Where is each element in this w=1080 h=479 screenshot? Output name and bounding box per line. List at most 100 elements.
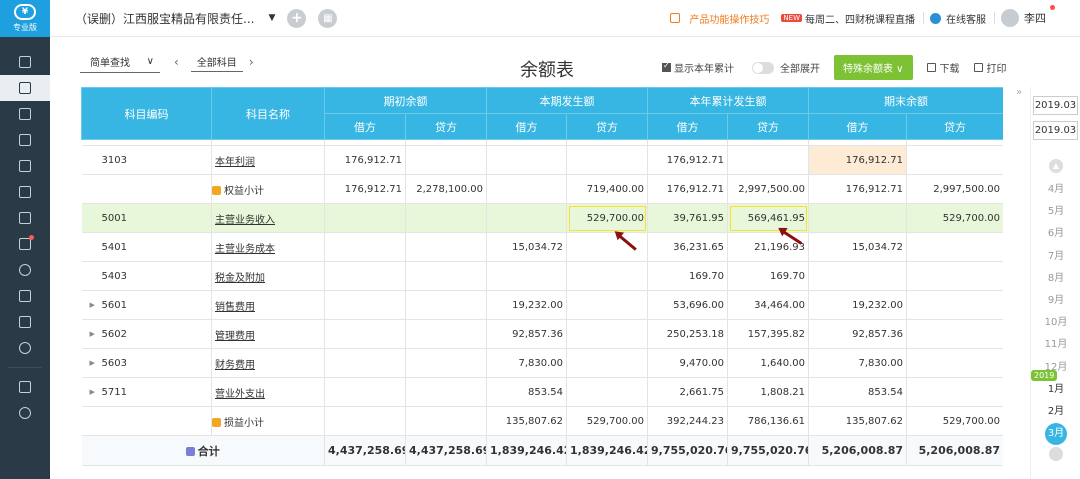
service-label: 在线客服 (946, 14, 986, 26)
sidebar-item-tax[interactable] (0, 231, 50, 257)
header-credit: 贷方 (566, 113, 648, 140)
print-button[interactable]: 打印 (973, 60, 1007, 75)
sidebar-item-speed[interactable] (0, 400, 50, 426)
avatar[interactable] (1001, 9, 1019, 27)
tips-label: 产品功能操作技巧 (689, 14, 770, 26)
amount-cell: 7,830.00 (486, 348, 567, 378)
collapse-panel-button[interactable]: » (1016, 87, 1028, 107)
year-badge: 2019 (1031, 369, 1058, 381)
subtotal-label: 权益小计 (211, 174, 325, 204)
sidebar-item-assets[interactable] (0, 205, 50, 231)
amount-cell (324, 319, 406, 349)
month-item[interactable]: 6月 (1031, 223, 1080, 245)
month-item[interactable]: 3月 (1031, 423, 1080, 446)
amount-cell: 39,761.95 (647, 203, 728, 233)
sidebar-item-check[interactable] (0, 309, 50, 335)
special-balance-button[interactable]: 特殊余额表 ∨ (834, 55, 913, 80)
month-item[interactable]: 2月 (1031, 401, 1080, 423)
end-period-input[interactable]: 2019.03 (1033, 121, 1078, 140)
show-year-checkbox[interactable] (662, 61, 671, 72)
account-code: ▶ 5711 (81, 377, 212, 407)
month-item[interactable]: 10月 (1031, 312, 1080, 334)
expand-triangle-icon[interactable]: ▶ (90, 301, 95, 309)
header-period: 本期发生额 (486, 87, 648, 114)
next-subject-button[interactable]: › (249, 55, 254, 69)
chevron-down-icon[interactable] (1049, 447, 1063, 462)
sidebar-item-reports[interactable] (0, 101, 50, 127)
company-selector[interactable]: （误删）江西服宝精品有限责任... ▼ (75, 10, 275, 27)
month-item[interactable]: 5月 (1031, 201, 1080, 223)
month-items: 4月 5月 6月 7月 8月 9月 10月 11月 12月 1月 2019 2月 3月 (1031, 179, 1080, 446)
account-name-link[interactable]: 主营业务成本 (215, 244, 275, 255)
amount-cell: 2,997,500.00 (906, 174, 1003, 204)
expand-triangle-icon[interactable]: ▶ (90, 330, 95, 338)
account-name-link[interactable]: 管理费用 (215, 331, 255, 342)
grid-icon[interactable]: ▦ (318, 8, 338, 28)
account-name: 营业外支出 (211, 377, 325, 407)
sidebar-item-bank[interactable] (0, 283, 50, 309)
account-name-link[interactable]: 主营业务收入 (215, 215, 275, 226)
notification-dot (1050, 5, 1055, 10)
month-list: ▲ 4月 5月 6月 7月 8月 9月 10月 11月 12月 1月 2019 2月 3月 (1031, 159, 1080, 463)
amount-cell: 853.54 (486, 377, 567, 407)
account-name-link[interactable]: 财务费用 (215, 360, 255, 371)
sidebar-item-salary[interactable] (0, 257, 50, 283)
query-dropdown[interactable]: 简单查找 ∨ (80, 51, 160, 73)
amount-cell: 34,464.00 (727, 290, 809, 320)
subtotal-label-text: 损益小计 (224, 417, 264, 429)
account-code-text: 5711 (101, 386, 127, 398)
headset-icon (930, 12, 941, 24)
sidebar-item-video[interactable] (0, 374, 50, 400)
date-panel: 2019.03 2019.03 ▲ 4月 5月 6月 7月 8月 9月 10月 11月 12月 1… (1030, 87, 1080, 479)
expand-triangle-icon[interactable]: ▶ (90, 359, 95, 367)
amount-cell: 7,830.00 (808, 348, 907, 378)
subtotal-label: 损益小计 (211, 406, 325, 436)
account-name-link[interactable]: 营业外支出 (215, 389, 265, 400)
account-name-link[interactable]: 本年利润 (215, 157, 255, 168)
amount-cell (405, 261, 487, 291)
amount-cell: 169.70 (727, 261, 809, 291)
month-item[interactable]: 11月 (1031, 334, 1080, 356)
expand-all-toggle[interactable] (752, 61, 774, 74)
chart-icon (19, 108, 31, 120)
amount-cell: 2,997,500.00 (727, 174, 809, 204)
amount-cell (566, 145, 648, 175)
bank-icon (19, 290, 31, 302)
sidebar-item-settings[interactable] (0, 335, 50, 361)
month-item[interactable]: 9月 (1031, 290, 1080, 312)
month-item[interactable]: 7月 (1031, 246, 1080, 268)
subject-selector[interactable]: 全部科目 (190, 52, 243, 72)
user-name[interactable]: 李四 (1024, 5, 1055, 26)
amount-cell (566, 319, 648, 349)
start-period-input[interactable]: 2019.03 (1033, 96, 1078, 115)
tips-link[interactable]: 产品功能操作技巧 (670, 11, 769, 26)
account-name-link[interactable]: 销售费用 (215, 302, 255, 313)
total-value: 5,206,008.87 (808, 435, 907, 466)
prev-subject-button[interactable]: ‹ (174, 55, 179, 69)
download-button[interactable]: 下载 (926, 60, 960, 75)
expand-triangle-icon[interactable]: ▶ (90, 388, 95, 396)
amount-cell (324, 261, 406, 291)
amount-cell (405, 203, 487, 233)
amount-cell (566, 377, 648, 407)
service-link[interactable]: 在线客服 (930, 11, 986, 26)
amount-cell (405, 319, 487, 349)
sidebar-item-voucher[interactable] (0, 75, 50, 101)
month-item[interactable]: 4月 (1031, 179, 1080, 201)
app-logo[interactable]: ¥ 专业版 (0, 0, 50, 37)
sidebar-item-calendar[interactable] (0, 153, 50, 179)
report-toolbar: 简单查找 ∨ ‹ 全部科目 › 余额表 显示本年累计 全部展开 特殊余额表 ∨ … (50, 37, 1016, 87)
account-name-link[interactable]: 税金及附加 (215, 273, 265, 284)
live-link[interactable]: NEW 每周二、四财税课程直播 (781, 11, 915, 26)
sidebar-item-home[interactable] (0, 49, 50, 75)
month-item[interactable]: 8月 (1031, 268, 1080, 290)
assets-icon (19, 212, 31, 224)
add-icon[interactable]: + (287, 8, 307, 28)
chevron-up-icon[interactable]: ▲ (1049, 159, 1063, 173)
sidebar-item-ledger[interactable] (0, 127, 50, 153)
salary-icon (19, 264, 31, 276)
sidebar-item-invoice[interactable] (0, 179, 50, 205)
home-icon (19, 56, 31, 68)
month-item[interactable]: 1月 2019 (1031, 369, 1080, 401)
expand-all-label: 全部展开 (780, 64, 820, 75)
